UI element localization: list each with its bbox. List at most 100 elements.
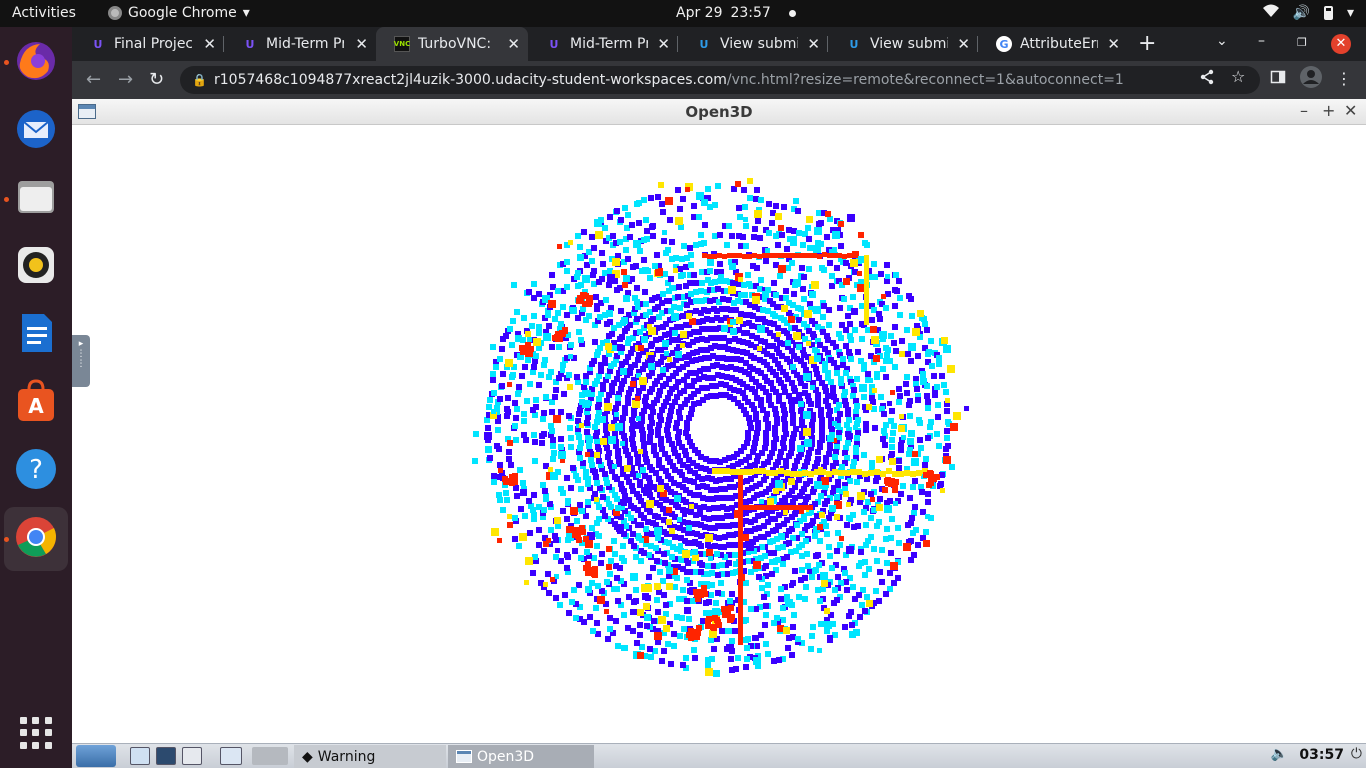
point bbox=[660, 647, 667, 654]
libreoffice-writer-icon[interactable] bbox=[12, 309, 60, 357]
point bbox=[923, 455, 930, 462]
close-tab-icon[interactable]: ✕ bbox=[657, 35, 670, 53]
terminal-icon[interactable] bbox=[156, 747, 176, 765]
point bbox=[857, 271, 863, 277]
point bbox=[778, 533, 786, 541]
power-icon[interactable]: ⏻ bbox=[1351, 746, 1362, 762]
desktop-icon[interactable] bbox=[220, 747, 242, 765]
tab-attribute-error[interactable]: G AttributeErr ✕ bbox=[978, 27, 1128, 61]
point bbox=[763, 641, 770, 648]
point bbox=[883, 357, 890, 364]
point bbox=[706, 515, 713, 522]
point bbox=[798, 264, 805, 271]
start-menu-icon[interactable] bbox=[76, 745, 116, 767]
point bbox=[591, 245, 598, 252]
help-icon[interactable]: ? bbox=[12, 445, 60, 493]
point bbox=[578, 508, 585, 515]
point bbox=[774, 523, 781, 530]
close-tab-icon[interactable]: ✕ bbox=[355, 35, 368, 53]
tab-final-project[interactable]: U Final Project ✕ bbox=[72, 27, 224, 61]
point bbox=[915, 397, 922, 404]
close-tab-icon[interactable]: ✕ bbox=[957, 35, 970, 53]
thunderbird-icon[interactable] bbox=[12, 105, 60, 153]
restore-icon[interactable]: ❐ bbox=[1297, 36, 1307, 49]
point bbox=[752, 634, 759, 641]
point bbox=[566, 371, 573, 378]
system-clock[interactable]: Apr 29 23:57 bbox=[676, 5, 796, 21]
share-icon[interactable] bbox=[1199, 69, 1215, 89]
close-tab-icon[interactable]: ✕ bbox=[203, 35, 216, 53]
taskbar-item-label: Warning bbox=[317, 748, 376, 765]
point bbox=[548, 343, 555, 350]
open3d-maximize-icon[interactable]: + bbox=[1322, 101, 1335, 120]
point bbox=[648, 369, 655, 376]
point bbox=[550, 576, 556, 582]
close-tab-icon[interactable]: ✕ bbox=[807, 35, 820, 53]
point bbox=[638, 557, 645, 564]
point bbox=[519, 533, 528, 542]
tab-mid-term-1[interactable]: U Mid-Term Pr ✕ bbox=[224, 27, 376, 61]
reload-icon[interactable]: ↻ bbox=[149, 69, 164, 90]
ubuntu-software-icon[interactable]: A bbox=[12, 377, 60, 425]
volume-icon[interactable]: 🔈 bbox=[1271, 746, 1288, 762]
files-icon[interactable] bbox=[12, 173, 60, 221]
open3d-minimize-icon[interactable]: – bbox=[1300, 101, 1308, 120]
taskbar-item-warning[interactable]: ◆ Warning bbox=[294, 745, 446, 768]
show-applications-icon[interactable] bbox=[20, 717, 52, 749]
side-panel-icon[interactable] bbox=[1270, 69, 1286, 89]
point bbox=[848, 517, 854, 523]
system-tray[interactable]: 🔊 ▾ bbox=[1262, 4, 1354, 22]
tab-turbovnc[interactable]: VNC TurboVNC: u ✕ bbox=[376, 27, 528, 61]
minimize-icon[interactable]: – bbox=[1258, 33, 1265, 49]
point bbox=[908, 342, 917, 351]
point bbox=[704, 541, 711, 548]
point bbox=[863, 522, 870, 529]
chrome-icon[interactable] bbox=[12, 513, 60, 561]
point-cloud-canvas[interactable] bbox=[72, 125, 1366, 743]
close-tab-icon[interactable]: ✕ bbox=[1107, 35, 1120, 53]
chrome-window: U Final Project ✕ U Mid-Term Pr ✕ VNC Tu… bbox=[72, 27, 1366, 768]
point bbox=[689, 503, 695, 509]
bookmark-star-icon[interactable]: ☆ bbox=[1231, 67, 1245, 86]
point bbox=[622, 281, 629, 288]
browser-icon[interactable] bbox=[182, 747, 202, 765]
vnc-sidebar-handle-icon[interactable]: ▸ ⋮ ⋮ bbox=[72, 335, 90, 387]
address-bar[interactable]: 🔒 r1057468c1094877xreact2jl4uzik-3000.ud… bbox=[180, 66, 1260, 94]
point bbox=[701, 591, 708, 598]
point bbox=[837, 305, 844, 312]
point bbox=[711, 614, 718, 621]
open3d-close-icon[interactable]: ✕ bbox=[1344, 101, 1357, 120]
point bbox=[656, 569, 663, 576]
tab-search-icon[interactable]: ⌄ bbox=[1216, 33, 1228, 49]
point bbox=[925, 491, 932, 498]
point bbox=[655, 476, 662, 483]
point bbox=[680, 272, 687, 279]
point bbox=[524, 357, 531, 364]
rhythmbox-icon[interactable] bbox=[12, 241, 60, 289]
close-tab-icon[interactable]: ✕ bbox=[507, 35, 520, 53]
open3d-titlebar[interactable]: Open3D – + ✕ bbox=[72, 99, 1366, 125]
forward-icon[interactable]: → bbox=[118, 69, 133, 90]
point bbox=[647, 323, 653, 329]
taskbar-item-open3d[interactable]: Open3D bbox=[448, 745, 594, 768]
file-manager-icon[interactable] bbox=[130, 747, 150, 765]
point bbox=[926, 423, 933, 430]
activities-button[interactable]: Activities bbox=[12, 5, 76, 21]
app-menu-label: Google Chrome bbox=[128, 5, 237, 21]
new-tab-button[interactable]: + bbox=[1138, 31, 1156, 56]
point bbox=[606, 625, 613, 632]
point bbox=[661, 559, 668, 566]
tab-mid-term-2[interactable]: U Mid-Term Pr ✕ bbox=[528, 27, 678, 61]
firefox-icon[interactable] bbox=[12, 37, 60, 85]
workspace-icon[interactable] bbox=[252, 747, 288, 765]
close-window-icon[interactable]: ✕ bbox=[1331, 34, 1351, 54]
tab-view-submission-2[interactable]: U View submit ✕ bbox=[828, 27, 978, 61]
point bbox=[541, 409, 548, 416]
vnc-viewport[interactable]: Open3D – + ✕ ▸ ⋮ ⋮ ◆ Warning Open3D 🔈 03:5… bbox=[72, 99, 1366, 768]
profile-avatar[interactable] bbox=[1300, 66, 1322, 92]
tab-view-submission-1[interactable]: U View submit ✕ bbox=[678, 27, 828, 61]
point bbox=[641, 267, 649, 275]
more-menu-icon[interactable]: ⋮ bbox=[1336, 69, 1352, 88]
app-menu[interactable]: Google Chrome ▾ bbox=[108, 5, 250, 21]
back-icon[interactable]: ← bbox=[86, 69, 101, 90]
